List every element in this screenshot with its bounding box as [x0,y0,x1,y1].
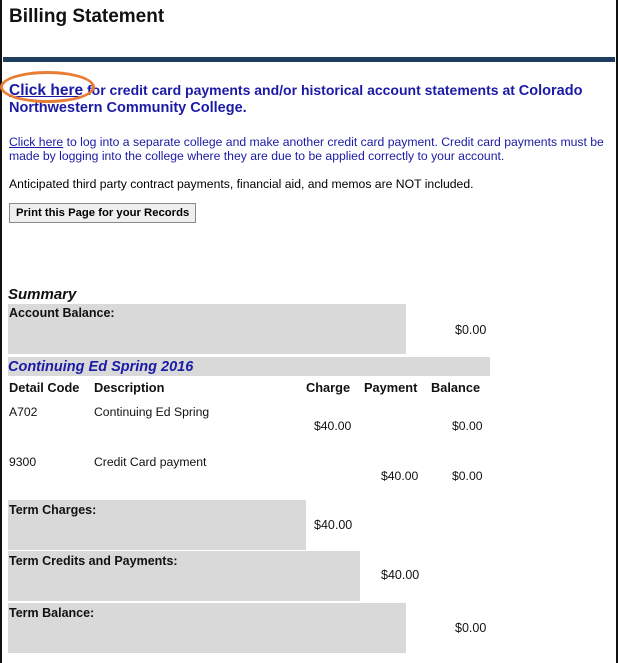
term-charges-label: Term Charges: [9,503,97,517]
column-payment: Payment [364,380,418,395]
term-charges-value: $40.00 [314,518,353,532]
other-college-info-text: to log into a separate college and make … [9,135,604,163]
column-charge: Charge [306,380,351,395]
page-frame-left [0,0,2,663]
term-balance-value: $0.00 [455,621,487,635]
column-description: Description [94,380,165,395]
term-credits-label: Term Credits and Payments: [9,554,178,568]
row-a702-charge: $40.00 [314,419,352,433]
account-balance-value: $0.00 [455,323,487,337]
highlight-circle [0,71,95,103]
row-a702-code: A702 [9,405,38,419]
payments-info-text: for credit card payments and/or historic… [83,82,519,98]
credit-card-info-line: Click here for credit card payments and/… [9,82,609,116]
term-title: Continuing Ed Spring 2016 [8,359,194,375]
term-balance-label: Term Balance: [9,606,95,620]
column-detail-code: Detail Code [9,380,80,395]
row-a702-description: Continuing Ed Spring [94,405,210,419]
summary-heading: Summary [8,286,77,303]
account-balance-label: Account Balance: [9,306,115,320]
row-9300-code: 9300 [9,455,37,469]
term-credits-value: $40.00 [381,568,420,582]
row-9300-balance: $0.00 [452,469,483,483]
print-page-button[interactable]: Print this Page for your Records [9,203,197,223]
column-balance: Balance [431,380,481,395]
row-a702-balance: $0.00 [452,419,483,433]
row-9300-description: Credit Card payment [94,455,207,469]
separate-college-info-line: Click here to log into a separate colleg… [9,135,613,163]
notice-text: Anticipated third party contract payment… [9,177,474,191]
row-9300-payment: $40.00 [381,469,419,483]
header-divider [3,57,615,62]
page-title: Billing Statement [9,6,165,27]
click-here-link-other-college[interactable]: Click here [9,135,63,149]
